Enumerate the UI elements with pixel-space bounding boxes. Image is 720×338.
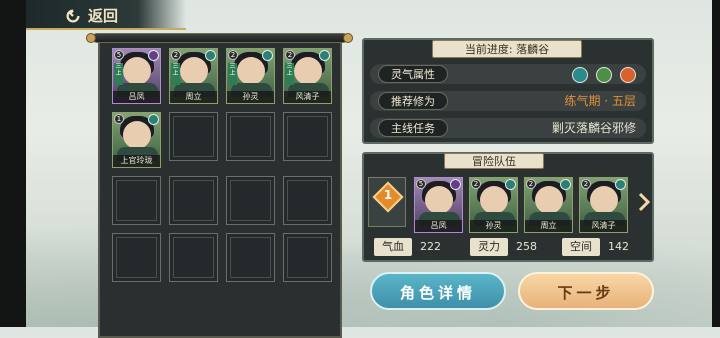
rank-tag: 三上 — [171, 63, 180, 85]
rod-end-left — [86, 33, 96, 43]
element-icon — [262, 50, 273, 61]
level-badge: 5 — [416, 179, 426, 189]
element-icon — [319, 50, 330, 61]
character-details-button[interactable]: 角色详情 — [370, 272, 506, 310]
element-icon — [148, 114, 159, 125]
stat-value: 258 — [516, 240, 537, 253]
right-frame — [712, 0, 720, 327]
stat-label: 空间 — [562, 238, 600, 256]
stat-mana: 灵力 258 — [470, 238, 537, 256]
element-icon — [615, 179, 626, 190]
empty-slot[interactable] — [169, 233, 218, 282]
element-icon — [560, 179, 571, 190]
element-icon — [450, 179, 461, 190]
element-icon — [205, 50, 216, 61]
row-label: 推荐修为 — [378, 92, 448, 110]
empty-slot[interactable] — [283, 112, 332, 161]
level-badge: 2 — [471, 179, 481, 189]
mission-value: 剿灭落麟谷邪修 — [551, 121, 636, 135]
scroll-rod — [92, 33, 348, 43]
team-member-fengqingzi[interactable]: 2 风清子 — [579, 177, 628, 233]
roster-grid: 三上 5 吕凤 三上 2 周立 三上 2 孙灵 三上 2 风清子 1 上官玲珑 — [112, 48, 332, 282]
empty-slot[interactable] — [169, 112, 218, 161]
info-row-mission: 主线任务 剿灭落麟谷邪修 — [370, 118, 646, 138]
empty-slot[interactable] — [226, 112, 275, 161]
rank-tag: 三上 — [114, 63, 123, 85]
roster-character-sunling[interactable]: 三上 2 孙灵 — [226, 48, 275, 104]
member-name: 周立 — [525, 220, 572, 232]
level-badge: 2 — [228, 50, 238, 60]
empty-slot[interactable] — [226, 176, 275, 225]
water-icon — [572, 66, 589, 83]
level-badge: 2 — [171, 50, 181, 60]
character-name: 孙灵 — [227, 91, 274, 103]
rank-tag: 三上 — [228, 63, 237, 85]
stat-space: 空间 142 — [562, 238, 629, 256]
roster-character-lv[interactable]: 三上 5 吕凤 — [112, 48, 161, 104]
level-badge: 2 — [526, 179, 536, 189]
member-name: 风清子 — [580, 220, 627, 232]
character-name: 上官玲珑 — [113, 155, 160, 167]
roster-character-zhouli[interactable]: 三上 2 周立 — [169, 48, 218, 104]
team-member-lv[interactable]: 5 吕凤 — [414, 177, 463, 233]
rod-end-right — [343, 33, 353, 43]
stat-label: 灵力 — [470, 238, 508, 256]
team-member-sunling[interactable]: 2 孙灵 — [469, 177, 518, 233]
row-label: 灵气属性 — [378, 65, 448, 83]
empty-slot[interactable] — [283, 233, 332, 282]
info-row-recommended: 推荐修为 练气期 · 五层 — [370, 91, 646, 111]
team-title: 冒险队伍 — [444, 153, 544, 169]
element-icons — [568, 64, 636, 84]
empty-slot[interactable] — [112, 233, 161, 282]
stat-label: 气血 — [374, 238, 412, 256]
level-badge: 5 — [114, 50, 124, 60]
roster-character-shangguan[interactable]: 1 上官玲珑 — [112, 112, 161, 168]
fire-icon — [620, 66, 636, 83]
progress-title: 当前进度: 落麟谷 — [432, 40, 582, 58]
team-members: 5 吕凤 2 孙灵 2 周立 2 风清子 — [414, 177, 628, 233]
back-button[interactable]: 返回 — [64, 5, 118, 26]
level-badge: 2 — [581, 179, 591, 189]
left-frame — [0, 0, 26, 327]
recommended-value: 练气期 · 五层 — [564, 94, 636, 108]
stat-value: 222 — [420, 240, 441, 253]
character-name: 周立 — [170, 91, 217, 103]
element-icon — [505, 179, 516, 190]
stat-value: 142 — [608, 240, 629, 253]
member-name: 孙灵 — [470, 220, 517, 232]
back-label: 返回 — [88, 7, 119, 25]
character-name: 吕凤 — [113, 91, 160, 103]
stat-hp: 气血 222 — [374, 238, 441, 256]
empty-slot[interactable] — [226, 233, 275, 282]
scroll-right-arrow-icon[interactable] — [638, 192, 650, 212]
row-label: 主线任务 — [378, 119, 448, 137]
level-badge: 1 — [114, 114, 124, 124]
team-number-badge[interactable]: 1 — [368, 177, 406, 227]
member-name: 吕凤 — [415, 220, 462, 232]
character-name: 风清子 — [284, 91, 331, 103]
rank-tag: 三上 — [285, 63, 294, 85]
empty-slot[interactable] — [283, 176, 332, 225]
team-stats: 气血 222 灵力 258 空间 142 — [370, 238, 648, 256]
empty-slot[interactable] — [112, 176, 161, 225]
info-row-element: 灵气属性 — [370, 64, 646, 84]
level-badge: 2 — [285, 50, 295, 60]
wood-icon — [596, 66, 613, 83]
team-member-zhouli[interactable]: 2 周立 — [524, 177, 573, 233]
empty-slot[interactable] — [169, 176, 218, 225]
next-step-button[interactable]: 下一步 — [518, 272, 654, 310]
back-swirl-icon — [66, 8, 80, 22]
team-number: 1 — [383, 188, 393, 202]
element-icon — [148, 50, 159, 61]
roster-character-fengqingzi[interactable]: 三上 2 风清子 — [283, 48, 332, 104]
